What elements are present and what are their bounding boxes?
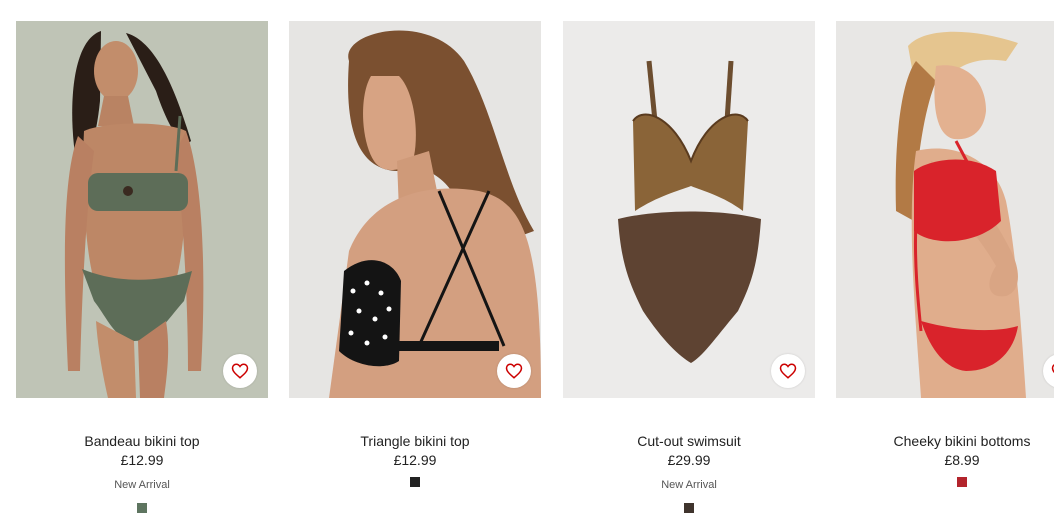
product-title[interactable]: Bandeau bikini top [16, 433, 268, 449]
color-swatch[interactable] [137, 503, 147, 513]
product-image[interactable] [289, 21, 541, 398]
product-title[interactable]: Triangle bikini top [289, 433, 541, 449]
new-arrival-badge: New Arrival [661, 479, 717, 491]
product-card[interactable]: Cheeky bikini bottoms £8.99 [836, 0, 1054, 516]
product-card[interactable]: Triangle bikini top £12.99 [289, 0, 541, 516]
product-price: £12.99 [120, 452, 164, 468]
product-title[interactable]: Cut-out swimsuit [563, 433, 815, 449]
product-card[interactable]: Cut-out swimsuit £29.99 New Arrival [563, 0, 815, 516]
product-price: £8.99 [944, 452, 980, 468]
product-image[interactable] [563, 21, 815, 398]
color-swatch[interactable] [684, 503, 694, 513]
product-price: £29.99 [667, 452, 711, 468]
product-price: £12.99 [393, 452, 437, 468]
product-grid: Bandeau bikini top £12.99 New Arrival Tr… [0, 0, 1054, 516]
product-title[interactable]: Cheeky bikini bottoms [836, 433, 1054, 449]
color-swatch[interactable] [410, 477, 420, 487]
product-image[interactable] [16, 21, 268, 398]
heart-icon [505, 363, 523, 379]
color-swatch[interactable] [957, 477, 967, 487]
favorite-button[interactable] [771, 354, 805, 388]
favorite-button[interactable] [497, 354, 531, 388]
product-card[interactable]: Bandeau bikini top £12.99 New Arrival [16, 0, 268, 516]
heart-icon [231, 363, 249, 379]
product-image[interactable] [836, 21, 1054, 398]
favorite-button[interactable] [223, 354, 257, 388]
heart-icon [779, 363, 797, 379]
new-arrival-badge: New Arrival [114, 479, 170, 491]
